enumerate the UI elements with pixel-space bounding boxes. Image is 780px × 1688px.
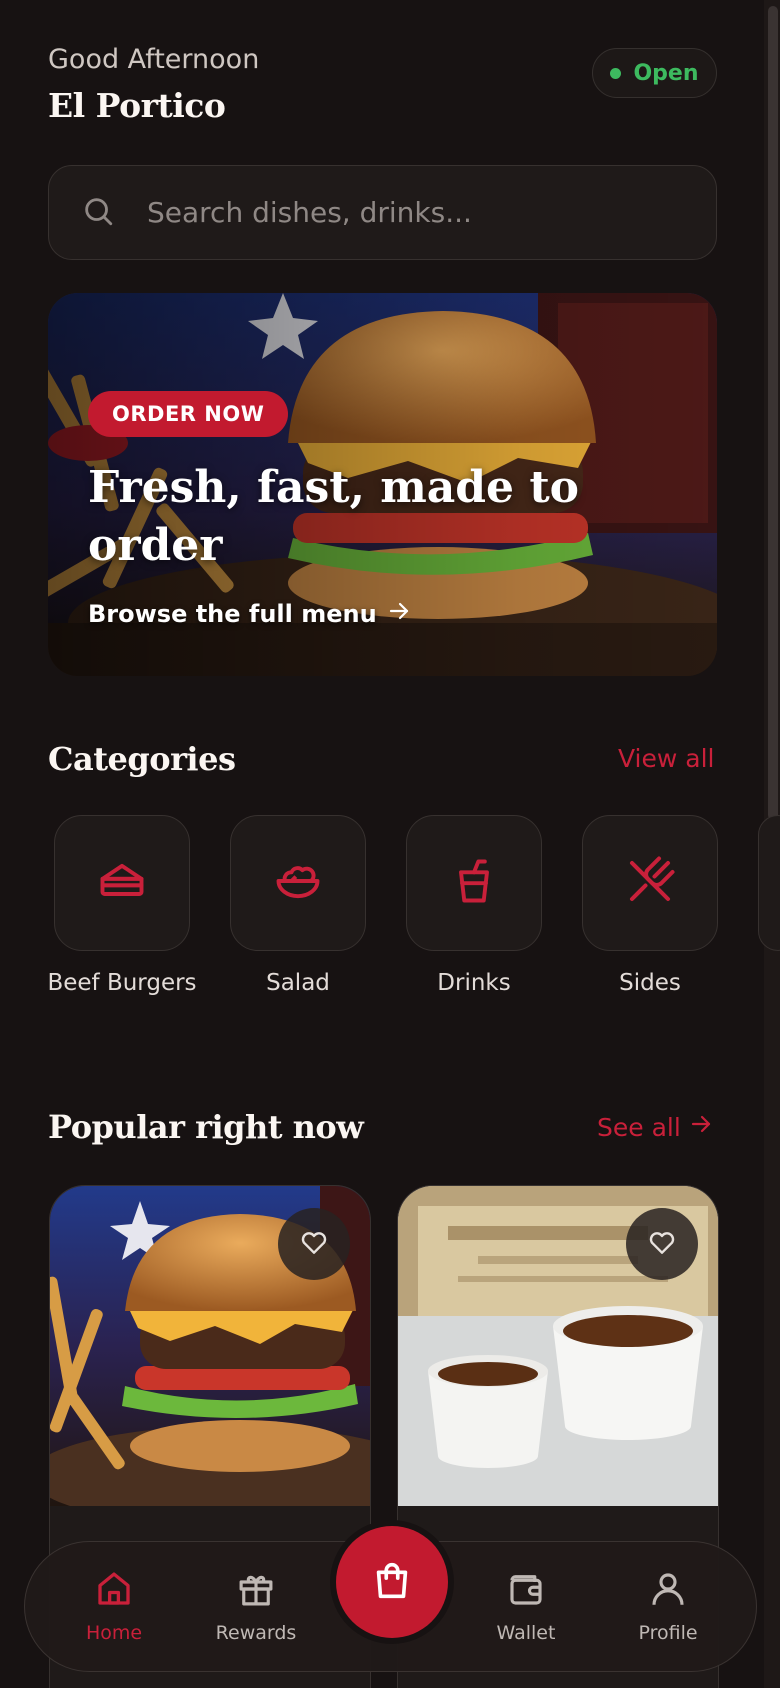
hero-title: Fresh, fast, made to order — [88, 462, 580, 571]
category-label: Beef Burgers — [47, 970, 197, 996]
sandwich-icon — [96, 855, 148, 911]
category-beef-burgers[interactable] — [54, 815, 190, 951]
search-bar[interactable] — [48, 165, 717, 260]
wallet-icon — [505, 1568, 547, 1614]
nav-profile[interactable]: Profile — [608, 1568, 728, 1644]
categories-title: Categories — [48, 740, 236, 778]
browse-menu-label: Browse the full menu — [88, 600, 377, 628]
status-dot-icon — [610, 67, 622, 79]
utensils-icon — [623, 854, 677, 912]
category-sides[interactable] — [582, 815, 718, 951]
scrollbar-thumb[interactable] — [768, 6, 778, 820]
salad-bowl-icon — [272, 855, 324, 911]
category-next-partial[interactable] — [758, 815, 780, 951]
see-all-link[interactable]: See all — [597, 1112, 713, 1142]
popular-title: Popular right now — [48, 1108, 364, 1146]
nav-wallet-label: Wallet — [496, 1622, 556, 1644]
nav-rewards-label: Rewards — [215, 1622, 297, 1644]
promo-banner[interactable]: ORDER NOW Fresh, fast, made to order Bro… — [48, 293, 717, 676]
nav-home-label: Home — [85, 1622, 143, 1644]
category-label: Salad — [266, 970, 330, 996]
shopping-bag-icon — [369, 1557, 415, 1607]
heart-icon — [298, 1226, 330, 1262]
status-badge: Open — [592, 48, 717, 98]
nav-profile-label: Profile — [638, 1622, 698, 1644]
category-label: Drinks — [437, 970, 511, 996]
cart-button[interactable] — [330, 1520, 454, 1644]
favorite-button[interactable] — [626, 1208, 698, 1280]
nav-home[interactable]: Home — [54, 1568, 174, 1644]
cart-button-inner — [336, 1526, 448, 1638]
home-icon — [93, 1568, 135, 1614]
nav-rewards[interactable]: Rewards — [196, 1568, 316, 1644]
gift-icon — [235, 1568, 277, 1614]
user-icon — [647, 1568, 689, 1614]
arrow-right-icon — [387, 599, 411, 629]
view-all-link[interactable]: View all — [618, 744, 714, 773]
see-all-label: See all — [597, 1112, 681, 1142]
cup-icon — [448, 855, 500, 911]
order-now-badge[interactable]: ORDER NOW — [88, 391, 289, 437]
browse-menu-link[interactable]: Browse the full menu — [88, 599, 411, 629]
arrow-right-icon — [689, 1112, 713, 1142]
heart-icon — [646, 1226, 678, 1262]
status-label: Open — [633, 60, 699, 86]
greeting-text: Good Afternoon — [48, 44, 260, 75]
search-input[interactable] — [147, 196, 687, 229]
category-salad[interactable] — [230, 815, 366, 951]
search-icon — [81, 194, 115, 232]
category-drinks[interactable] — [406, 815, 542, 951]
venue-name: El Portico — [48, 86, 226, 125]
favorite-button[interactable] — [278, 1208, 350, 1280]
category-label: Sides — [619, 970, 681, 996]
nav-wallet[interactable]: Wallet — [466, 1568, 586, 1644]
